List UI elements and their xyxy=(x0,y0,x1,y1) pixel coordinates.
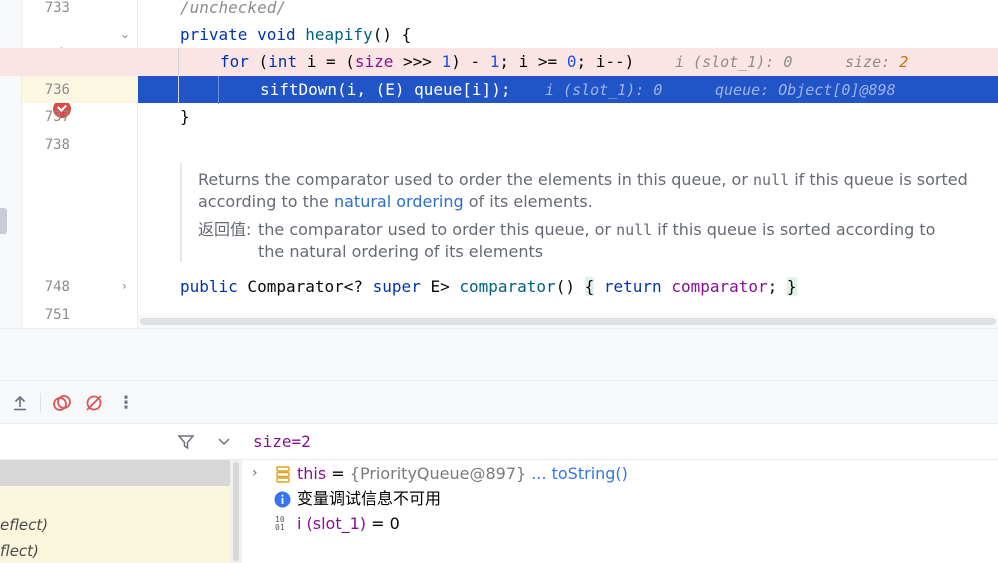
doc-returns-text: the comparator used to order this queue,… xyxy=(258,220,936,261)
code-text: public Comparator<? super E> comparator(… xyxy=(180,277,797,296)
toolbar-separator xyxy=(40,393,41,413)
variable-row-i[interactable]: 10 01 i (slot_1) = 0 xyxy=(242,511,998,536)
inline-value-hint: size: 2 xyxy=(845,53,909,71)
filter-icon[interactable] xyxy=(177,433,195,455)
code-line-735[interactable]: for (int i = (size >>> 1) - 1; i >= 0; i… xyxy=(0,48,998,118)
line-number: 738 xyxy=(44,137,70,153)
frame-item[interactable]: eflect) xyxy=(0,516,48,534)
frames-panel[interactable]: eflect) flect) xyxy=(0,424,242,563)
indent-guide xyxy=(178,48,179,104)
primitive-type-icon: 10 01 xyxy=(275,515,285,532)
mute-breakpoints-icon[interactable] xyxy=(82,391,106,415)
variables-panel[interactable]: size=2 › this = {PriorityQueue@897} ... … xyxy=(242,424,998,563)
doc-link-natural-ordering[interactable]: natural ordering xyxy=(334,192,464,211)
code-line-738[interactable]: 738 xyxy=(0,131,998,159)
inline-value-hint: i (slot_1): 0 xyxy=(545,81,663,99)
code-line-737[interactable]: 737 } xyxy=(0,103,998,131)
frames-list[interactable]: eflect) flect) xyxy=(0,460,230,563)
variable-row-this[interactable]: › this = {PriorityQueue@897} ... toStrin… xyxy=(242,461,998,486)
scrollbar-thumb[interactable] xyxy=(140,318,996,325)
chevron-down-icon[interactable] xyxy=(216,433,232,453)
debug-tool-window-header xyxy=(0,328,998,380)
evaluate-expression-row[interactable]: size=2 xyxy=(242,424,998,460)
inline-value-hint: i (slot_1): 0 xyxy=(675,53,793,71)
frame-item[interactable]: flect) xyxy=(0,542,39,560)
code-editor[interactable]: 733 /unchecked/ ⌄ private void heapify()… xyxy=(0,0,998,328)
line-number: 733 xyxy=(44,0,70,16)
view-breakpoints-icon[interactable] xyxy=(50,391,74,415)
variable-info-row: 变量调试信息不可用 xyxy=(242,486,998,511)
rendered-javadoc[interactable]: Returns the comparator used to order the… xyxy=(180,163,970,262)
line-number: 748 xyxy=(44,279,70,295)
line-number: 736 xyxy=(44,82,70,98)
fold-expand-icon[interactable]: › xyxy=(122,279,127,293)
doc-returns-label: 返回值: xyxy=(198,220,252,239)
code-line-736[interactable]: 736 siftDown(i, (E) queue[i]); i (slot_1… xyxy=(0,76,998,104)
frames-scrollbar[interactable] xyxy=(230,460,242,563)
evaluate-expression-field[interactable]: size=2 xyxy=(253,432,311,451)
info-text: 变量调试信息不可用 xyxy=(297,489,442,508)
frames-filter-row xyxy=(0,424,242,460)
code-text: /unchecked/ xyxy=(180,0,286,17)
export-upload-icon[interactable] xyxy=(8,391,32,415)
doc-description: Returns the comparator used to order the… xyxy=(198,170,968,211)
scrollbar-thumb[interactable] xyxy=(233,462,239,561)
code-text: siftDown(i, (E) queue[i]); xyxy=(260,80,511,99)
more-options-icon[interactable]: ⋮ xyxy=(114,391,138,415)
indent-guide xyxy=(218,76,219,104)
line-number: 751 xyxy=(44,307,70,323)
expand-arrow-icon[interactable]: › xyxy=(252,461,258,486)
debug-toolbar: ⋮ xyxy=(0,380,998,424)
code-text: for (int i = (size >>> 1) - 1; i >= 0; i… xyxy=(220,52,635,71)
code-line-733[interactable]: 733 /unchecked/ xyxy=(0,0,998,22)
line-number: 737 xyxy=(44,109,70,125)
variable-text: i (slot_1) = 0 xyxy=(297,514,400,533)
code-line-734[interactable]: ⌄ private void heapify() { xyxy=(0,21,998,63)
to-string-link[interactable]: ... toString() xyxy=(526,464,628,483)
horizontal-scrollbar[interactable] xyxy=(138,315,998,328)
inline-value-hint: queue: Object[0]@898 xyxy=(715,81,896,99)
variable-text: this = {PriorityQueue@897} ... toString(… xyxy=(297,464,628,483)
code-text: } xyxy=(180,107,190,126)
selected-frame-row[interactable] xyxy=(0,460,230,486)
fold-arrow-icon[interactable]: ⌄ xyxy=(120,27,130,41)
code-line-748[interactable]: 748 › public Comparator<? super E> compa… xyxy=(0,273,998,301)
side-tab-handle[interactable] xyxy=(0,208,7,234)
code-text: private void heapify() { xyxy=(180,25,412,44)
